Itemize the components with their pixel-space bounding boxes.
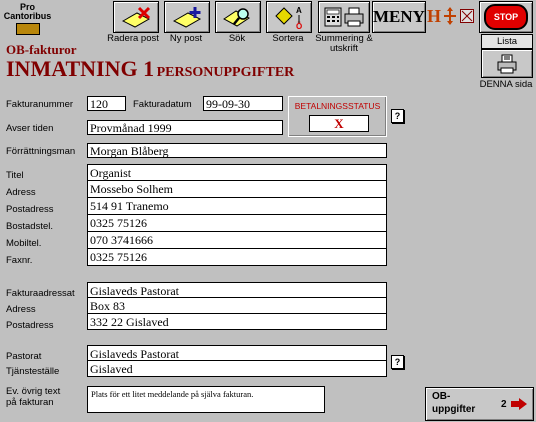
invoice-note-field[interactable]: Plats för ett litet meddelande på själva… [87,386,325,413]
postadress-field[interactable]: 514 91 Tranemo [87,198,387,215]
new-record-label: Ny post [169,33,203,44]
ob-next-label2: uppgifter [432,404,476,415]
help-icon[interactable]: ? [391,355,404,369]
pastorat-label: Pastorat [6,351,42,362]
svg-text:A: A [296,6,302,15]
page-title-small: PERSONUPPGIFTER [156,65,295,80]
this-page-print-button[interactable] [481,49,533,78]
billing-addressee-label: Fakturaadressat [6,288,75,299]
billing-addressee-field[interactable]: Gislaveds Pastorat [87,282,387,298]
stop-label: STOP [493,12,519,22]
ob-next-label1: OB- [432,391,451,402]
search-label: Sök [228,33,246,44]
officiant-label: Förrättningsman [6,146,76,157]
new-card-icon [172,7,202,28]
mobiltel-label: Mobiltel. [6,238,42,249]
invoice-date-label: Fakturadatum [133,99,192,110]
postadress-label: Postadress [6,204,54,215]
billing-postadress-label: Postadress [6,320,54,331]
help-icon[interactable]: ? [391,109,404,123]
tjanst-field[interactable]: Gislaved [87,361,387,377]
titel-field[interactable]: Organist [87,164,387,181]
stop-icon: STOP [484,4,528,30]
billing-adress-label: Adress [6,304,36,315]
adress-label: Adress [6,187,36,198]
period-field[interactable]: Provmånad 1999 [87,120,283,135]
officiant-field[interactable]: Morgan Blåberg [87,143,387,158]
ob-next-page-number: 2 [501,399,507,410]
stop-button[interactable]: STOP [479,1,533,33]
tjanst-label: Tjänsteställe [6,366,60,377]
pastorat-fields: Gislaveds Pastorat Gislaved [87,345,387,377]
period-label: Avser tiden [6,123,54,134]
arrow-right-icon [511,398,527,410]
logo-line2: Cantoribus [3,11,52,21]
payment-status-label: BETALNINGSSTATUS [294,101,381,111]
billing-adress-field[interactable]: Box 83 [87,298,387,314]
logo: Pro Cantoribus [0,0,55,40]
list-button[interactable]: Lista [481,34,533,49]
mobiltel-field[interactable]: 070 3741666 [87,232,387,249]
search-button[interactable] [215,1,261,33]
invoice-number-field[interactable]: 120 [87,96,126,111]
sort-button[interactable]: A Ö [266,1,312,33]
invoice-date-field[interactable]: 99-09-30 [203,96,283,111]
calculator-icon [324,7,342,27]
person-fields: Organist Mossebo Solhem 514 91 Tranemo 0… [87,164,387,266]
page-title: INMATNING 1 PERSONUPPGIFTER [6,56,294,82]
delete-record-button[interactable] [113,1,159,33]
move-arrows-icon[interactable] [443,7,457,25]
help-h-button[interactable]: H [427,6,441,26]
pastorat-field[interactable]: Gislaveds Pastorat [87,345,387,361]
invoice-number-label: Fakturanummer [6,99,74,110]
sort-label: Sortera [272,33,304,44]
svg-text:Ö: Ö [296,22,302,30]
printer-icon [497,54,517,73]
note-label-line2: på fakturan [6,397,54,408]
menu-button[interactable]: MENY [372,1,426,33]
fax-label: Faxnr. [6,255,33,266]
payment-status-box: BETALNINGSSTATUS X [288,96,387,137]
bostadstel-label: Bostadstel. [6,221,53,232]
billing-fields: Gislaveds Pastorat Box 83 332 22 Gislave… [87,282,387,330]
page-title-main: INMATNING 1 [6,56,155,81]
adress-field[interactable]: Mossebo Solhem [87,181,387,198]
payment-status-field[interactable]: X [309,115,369,132]
fax-field[interactable]: 0325 75126 [87,249,387,266]
printer-icon [344,7,364,27]
summary-print-label: Summering & utskrift [315,33,373,54]
ob-details-next-button[interactable]: OB- uppgifter 2 [425,387,534,421]
close-window-icon[interactable] [460,9,474,23]
sort-icon: A Ö [275,6,302,30]
search-icon [223,8,250,27]
chip-icon [16,23,40,35]
note-label-line1: Ev. övrig text [6,386,61,397]
new-record-button[interactable] [164,1,210,33]
delete-card-icon [121,6,151,28]
this-page-label: DENNA sida [479,79,533,90]
summary-print-button[interactable] [318,1,370,33]
bostadstel-field[interactable]: 0325 75126 [87,215,387,232]
titel-label: Titel [6,170,24,181]
billing-postadress-field[interactable]: 332 22 Gislaved [87,314,387,330]
